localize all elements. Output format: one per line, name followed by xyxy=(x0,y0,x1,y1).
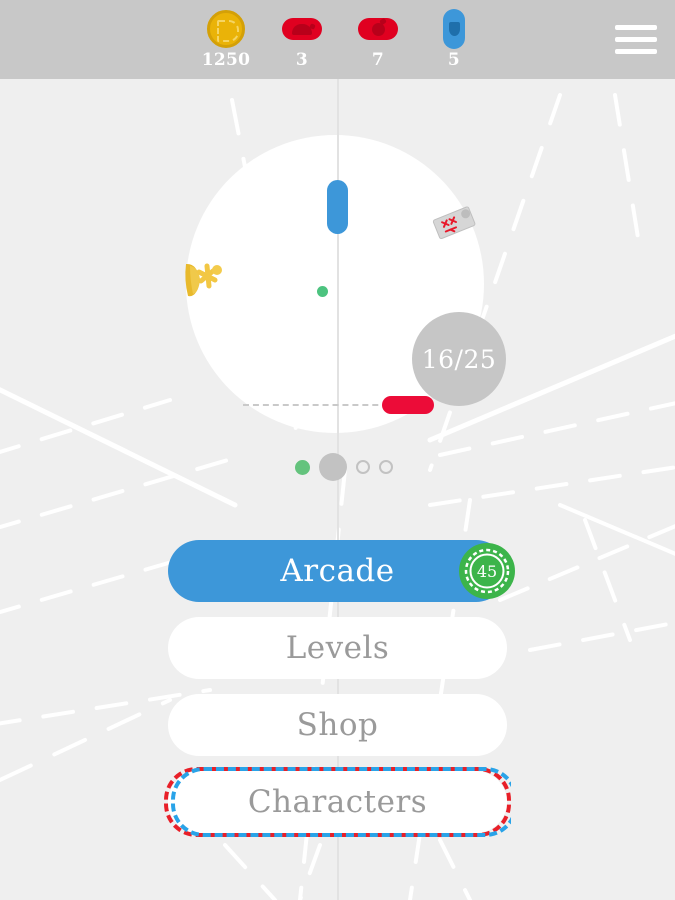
snail-icon xyxy=(282,8,322,50)
bomb-icon xyxy=(358,8,398,50)
snail-count: 3 xyxy=(295,50,309,70)
shop-button-label: Shop xyxy=(296,706,379,743)
arcade-button[interactable]: Arcade 45 xyxy=(168,540,515,602)
characters-button-label: Characters xyxy=(247,783,428,820)
arcade-badge-count: 45 xyxy=(476,561,498,581)
hud-item-bombs[interactable]: 7 xyxy=(348,8,408,69)
page-dots xyxy=(295,452,410,482)
page-dot-3[interactable] xyxy=(356,460,370,474)
levels-button-label: Levels xyxy=(285,629,390,666)
page-dot-2[interactable] xyxy=(319,453,347,481)
coin-count: 1250 xyxy=(201,50,251,70)
bomb-count: 7 xyxy=(371,50,385,70)
yellow-character-icon xyxy=(185,263,222,297)
arcade-button-label: Arcade xyxy=(280,552,395,589)
score-badge: 16/25 xyxy=(412,312,506,406)
hud-item-shields[interactable]: 5 xyxy=(424,8,484,69)
hud-resource-list: 1250 3 7 5 xyxy=(190,0,490,79)
paddle-bottom[interactable] xyxy=(382,396,434,414)
game-main-menu-screen: 16/25 Arcade 45 Levels Shop Characters 1… xyxy=(0,0,675,900)
coin-icon xyxy=(207,8,245,50)
shop-button[interactable]: Shop xyxy=(168,694,507,756)
arcade-level-badge: 45 xyxy=(458,542,516,600)
main-menu-buttons: Arcade 45 Levels Shop Characters xyxy=(164,540,515,837)
shield-count: 5 xyxy=(447,50,461,70)
page-dot-4[interactable] xyxy=(379,460,393,474)
levels-button[interactable]: Levels xyxy=(168,617,507,679)
page-dot-1[interactable] xyxy=(295,459,310,475)
paddle-top[interactable] xyxy=(327,180,348,234)
hamburger-menu-icon[interactable] xyxy=(613,18,659,60)
shield-icon xyxy=(443,8,465,50)
hud-item-snails[interactable]: 3 xyxy=(272,8,332,69)
characters-button[interactable]: Characters xyxy=(164,767,511,837)
score-text: 16/25 xyxy=(421,344,497,374)
ball xyxy=(317,286,328,297)
top-hud-bar: 1250 3 7 5 xyxy=(0,0,675,79)
hud-item-coins[interactable]: 1250 xyxy=(196,8,256,69)
